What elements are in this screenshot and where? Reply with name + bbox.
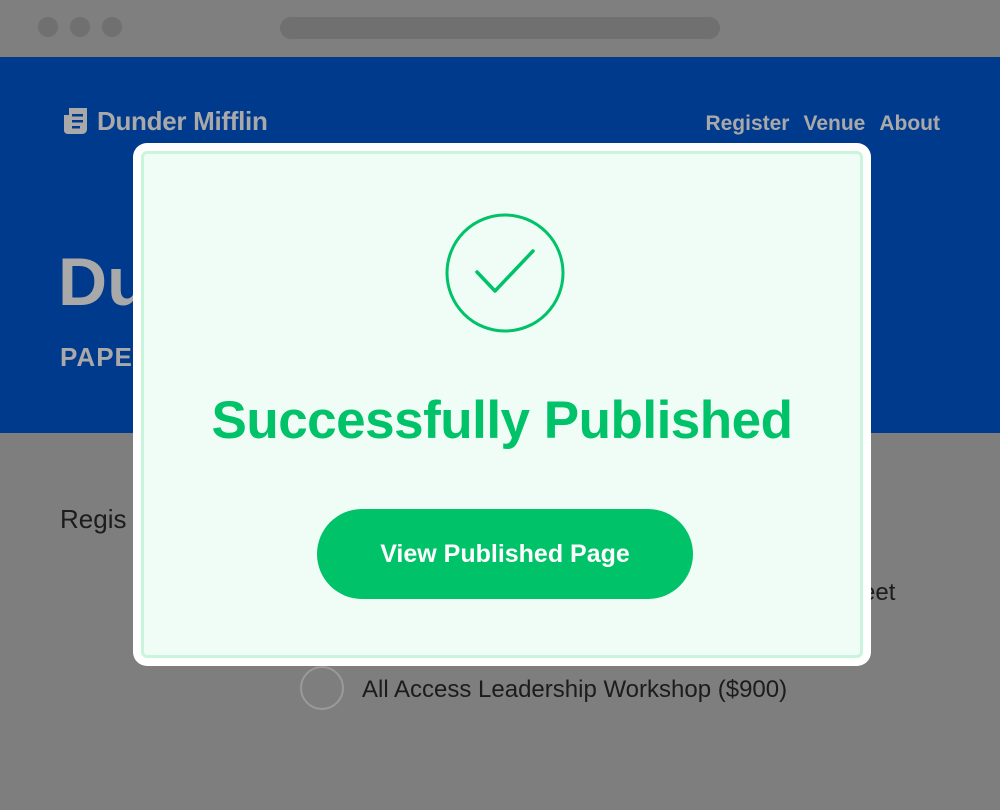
address-bar[interactable]	[280, 17, 720, 39]
browser-chrome	[0, 0, 1000, 57]
check-circle-icon	[445, 213, 565, 333]
hero-subtitle: PAPE	[60, 342, 133, 372]
nav-register[interactable]: Register	[705, 112, 789, 136]
brand-logo[interactable]: Dunder Mifflin	[62, 104, 268, 138]
radio-all-access[interactable]	[300, 666, 344, 710]
view-published-page-button[interactable]: View Published Page	[317, 509, 693, 599]
section-label: Regis	[60, 504, 127, 534]
modal-content: Successfully Published View Published Pa…	[141, 151, 863, 658]
nav-about[interactable]: About	[879, 112, 940, 136]
document-stack-icon	[64, 108, 87, 134]
window-close-dot[interactable]	[38, 17, 58, 37]
window-maximize-dot[interactable]	[102, 17, 122, 37]
window-minimize-dot[interactable]	[70, 17, 90, 37]
top-nav: Register Venue About	[705, 112, 940, 136]
brand-name: Dunder Mifflin	[97, 105, 268, 136]
nav-venue[interactable]: Venue	[803, 112, 865, 136]
option-label-all-access: All Access Leadership Workshop ($900)	[362, 676, 788, 703]
success-modal: Successfully Published View Published Pa…	[133, 143, 871, 666]
modal-title: Successfully Published	[211, 391, 793, 450]
